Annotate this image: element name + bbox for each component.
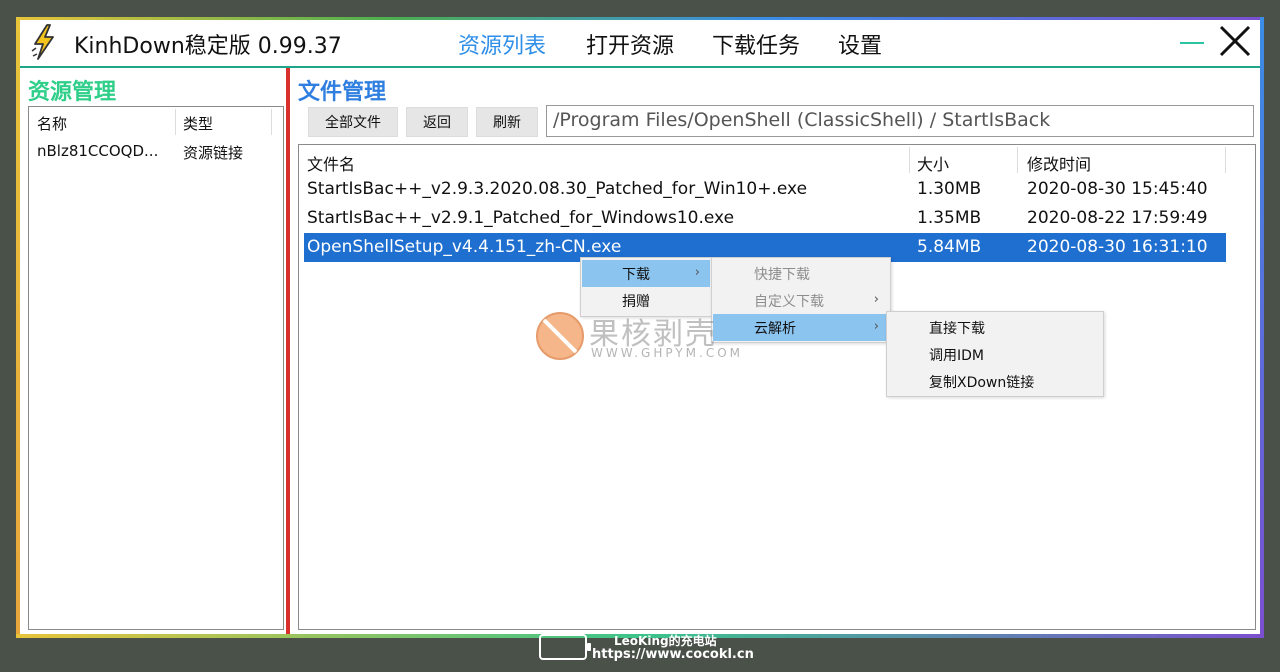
menu-item-quick-download[interactable]: 快捷下载 xyxy=(713,260,889,287)
column-separator[interactable] xyxy=(175,109,176,135)
back-button[interactable]: 返回 xyxy=(406,107,468,137)
menu-item-label: 云解析 xyxy=(754,320,796,337)
file-size: 1.35MB xyxy=(917,208,982,228)
menu-item-direct-download[interactable]: 直接下载 xyxy=(888,314,1102,341)
file-panel-title: 文件管理 xyxy=(298,80,387,105)
watermark-logo-icon xyxy=(536,312,584,360)
resource-row-type[interactable]: 资源链接 xyxy=(183,142,243,163)
file-row[interactable]: StartIsBac++_v2.9.1_Patched_for_Windows1… xyxy=(304,204,1226,233)
file-modified: 2020-08-30 16:31:10 xyxy=(1027,237,1208,257)
window-border-right xyxy=(1260,17,1264,638)
download-submenu: 快捷下载 自定义下载 › 云解析 › xyxy=(711,257,891,343)
column-separator[interactable] xyxy=(909,147,910,173)
menu-item-copy-xdown-link[interactable]: 复制XDown链接 xyxy=(888,368,1102,395)
column-separator[interactable] xyxy=(1017,147,1018,173)
file-name: StartIsBac++_v2.9.3.2020.08.30_Patched_f… xyxy=(307,179,808,199)
chevron-right-icon: › xyxy=(873,319,879,334)
menu-item-custom-download[interactable]: 自定义下载 › xyxy=(713,287,889,314)
column-separator[interactable] xyxy=(271,109,272,135)
file-modified: 2020-08-22 17:59:49 xyxy=(1027,208,1208,228)
file-name: StartIsBac++_v2.9.1_Patched_for_Windows1… xyxy=(307,208,735,228)
resource-row-name[interactable]: nBlz81CCOQD... xyxy=(37,142,158,160)
close-icon[interactable] xyxy=(1218,24,1252,58)
menu-item-download[interactable]: 下载 › xyxy=(582,260,710,287)
watermark-url: WWW.GHPYM.COM xyxy=(591,346,744,360)
menu-item-label: 调用IDM xyxy=(929,347,984,364)
column-header-modified[interactable]: 修改时间 xyxy=(1027,151,1091,175)
column-header-type[interactable]: 类型 xyxy=(183,113,213,134)
menu-item-label: 快捷下载 xyxy=(754,266,810,283)
menu-item-label: 捐赠 xyxy=(622,293,650,310)
lightning-icon xyxy=(31,24,54,60)
context-menu: 下载 › 捐赠 xyxy=(580,257,712,317)
chevron-right-icon: › xyxy=(873,292,879,307)
file-size: 1.30MB xyxy=(917,179,982,199)
battery-icon xyxy=(539,634,591,660)
file-size: 5.84MB xyxy=(917,237,982,257)
minimize-button[interactable] xyxy=(1178,26,1208,56)
menu-item-label: 直接下载 xyxy=(929,320,985,337)
file-panel: 文件管理 全部文件 返回 刷新 /Program Files/OpenShell… xyxy=(290,68,1260,634)
file-name: OpenShellSetup_v4.4.151_zh-CN.exe xyxy=(307,237,622,257)
all-files-button[interactable]: 全部文件 xyxy=(308,107,398,137)
column-header-name[interactable]: 名称 xyxy=(37,113,67,134)
menu-item-label: 自定义下载 xyxy=(754,293,824,310)
menu-item-call-idm[interactable]: 调用IDM xyxy=(888,341,1102,368)
cloud-parse-submenu: 直接下载 调用IDM 复制XDown链接 xyxy=(886,311,1104,397)
file-row[interactable]: StartIsBac++_v2.9.3.2020.08.30_Patched_f… xyxy=(304,175,1226,204)
menu-item-label: 下载 xyxy=(622,266,650,283)
column-header-filename[interactable]: 文件名 xyxy=(307,151,355,175)
resource-panel-title: 资源管理 xyxy=(28,80,117,105)
chevron-right-icon: › xyxy=(694,265,700,280)
file-modified: 2020-08-30 15:45:40 xyxy=(1027,179,1208,199)
refresh-button[interactable]: 刷新 xyxy=(476,107,538,137)
title-bar: KinhDown稳定版 0.99.37 资源列表 打开资源 下载任务 设置 xyxy=(20,20,1260,66)
resource-panel: 资源管理 名称 类型 nBlz81CCOQD... 资源链接 xyxy=(20,68,286,634)
resource-list[interactable]: 名称 类型 nBlz81CCOQD... 资源链接 xyxy=(28,106,284,630)
file-list[interactable]: 文件名 大小 修改时间 StartIsBac++_v2.9.3.2020.08.… xyxy=(298,144,1256,630)
column-separator[interactable] xyxy=(1225,147,1226,173)
menu-item-label: 复制XDown链接 xyxy=(929,374,1035,391)
nav-open-resource[interactable]: 打开资源 xyxy=(586,28,674,60)
path-field[interactable]: /Program Files/OpenShell (ClassicShell) … xyxy=(546,105,1254,137)
nav-resource-list[interactable]: 资源列表 xyxy=(458,28,546,60)
column-header-size[interactable]: 大小 xyxy=(917,151,949,175)
app-title: KinhDown稳定版 0.99.37 xyxy=(74,34,342,59)
overlay-url: https://www.cocokl.cn xyxy=(592,647,754,662)
nav-download-tasks[interactable]: 下载任务 xyxy=(712,28,800,60)
nav-settings[interactable]: 设置 xyxy=(838,28,882,60)
menu-item-cloud-parse[interactable]: 云解析 › xyxy=(713,314,889,341)
